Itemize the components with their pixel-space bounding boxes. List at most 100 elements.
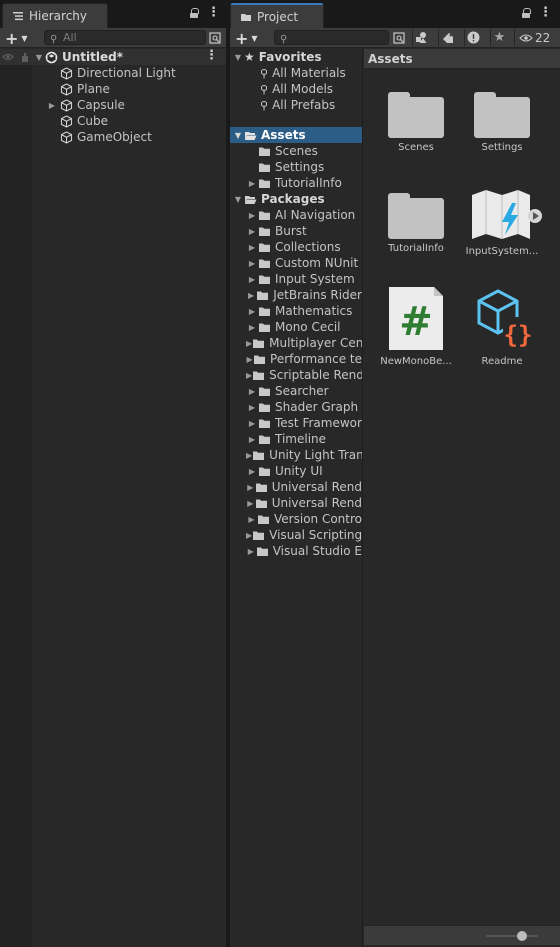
filter-by-label-button[interactable] [438, 29, 456, 46]
tree-folder-item[interactable]: Settings [230, 159, 362, 175]
grid-item-readme[interactable]: {} Readme [462, 289, 542, 367]
tab-hierarchy[interactable]: Hierarchy [2, 3, 108, 28]
folder-icon [253, 339, 265, 348]
tree-package-item[interactable]: ▶ Mathematics [230, 303, 362, 319]
tree-package-item[interactable]: ▶ Scriptable Rend [230, 367, 362, 383]
hierarchy-item[interactable]: GameObject [0, 129, 228, 145]
icon-size-slider[interactable] [486, 931, 538, 941]
expand-arrow-icon[interactable]: ▶ [246, 403, 258, 412]
filter-by-log-type-button[interactable] [464, 29, 482, 46]
tree-package-item[interactable]: ▶ Searcher [230, 383, 362, 399]
expand-arrow-icon[interactable]: ▶ [246, 275, 258, 284]
tab-project[interactable]: Project [230, 3, 324, 28]
tree-package-label: Mono Cecil [275, 320, 341, 334]
expand-arrow-icon[interactable]: ▶ [246, 179, 258, 188]
expand-arrow-icon[interactable]: ▶ [246, 515, 257, 524]
hierarchy-item[interactable]: Plane [0, 81, 228, 97]
tree-package-item[interactable]: ▶ Unity UI [230, 463, 362, 479]
hierarchy-item[interactable]: Directional Light [0, 65, 228, 81]
search-window-icon [209, 31, 221, 44]
tree-folder-item[interactable]: Scenes [230, 143, 362, 159]
expand-arrow-icon[interactable]: ▶ [246, 307, 258, 316]
tree-package-item[interactable]: ▶ Input System [230, 271, 362, 287]
expand-arrow-icon[interactable]: ▶ [46, 101, 58, 110]
expand-arrow-icon[interactable]: ▶ [246, 355, 253, 364]
hierarchy-item[interactable]: Cube [0, 113, 228, 129]
expand-arrow-icon[interactable]: ▶ [246, 483, 255, 492]
expand-arrow-icon[interactable]: ▶ [246, 547, 256, 556]
expand-arrow-icon[interactable]: ▶ [246, 291, 256, 300]
tree-package-item[interactable]: ▶ AI Navigation [230, 207, 362, 223]
expand-arrow-icon[interactable]: ▼ [232, 53, 244, 62]
asset-grid: Assets Scenes Settings TutorialInfo Inpu [364, 49, 560, 947]
hierarchy-search-input[interactable]: ⚲ All [44, 30, 206, 45]
tree-favorites[interactable]: ▼ ★ Favorites [230, 49, 362, 65]
expand-arrow-icon[interactable]: ▶ [246, 467, 258, 476]
favorites-item[interactable]: ⚲ All Materials [230, 65, 362, 81]
grid-item-settings[interactable]: Settings [462, 92, 542, 153]
expand-arrow-icon[interactable]: ▶ [246, 387, 258, 396]
tree-package-item[interactable]: ▶ Unity Light Tran [230, 447, 362, 463]
folder-icon [255, 483, 267, 492]
expand-arrow-icon[interactable]: ▶ [246, 435, 258, 444]
more-options-icon[interactable]: ⋮ [539, 6, 552, 19]
expand-arrow-icon[interactable]: ▶ [246, 499, 255, 508]
expand-arrow-icon[interactable]: ▶ [246, 419, 258, 428]
tree-package-item[interactable]: ▶ Multiplayer Cen [230, 335, 362, 351]
favorites-item[interactable]: ⚲ All Prefabs [230, 97, 362, 113]
plus-icon: + [5, 28, 19, 48]
lock-icon[interactable] [189, 8, 199, 18]
more-options-icon[interactable]: ⋮ [207, 6, 220, 19]
tree-package-item[interactable]: ▶ Collections [230, 239, 362, 255]
expand-arrow-icon[interactable]: ▶ [246, 323, 258, 332]
scene-options-icon[interactable]: ⋮ [205, 49, 218, 62]
favorites-filter-button[interactable]: ★ [490, 29, 508, 46]
expand-arrow-icon[interactable]: ▼ [232, 131, 244, 140]
tree-package-item[interactable]: ▶ Visual Studio E [230, 543, 362, 559]
tree-packages[interactable]: ▼ Packages [230, 191, 362, 207]
tree-assets[interactable]: ▼ Assets [230, 127, 362, 143]
tree-package-item[interactable]: ▶ Test Framewor [230, 415, 362, 431]
hidden-packages-toggle[interactable]: 22 [514, 29, 554, 46]
pickable-hand-icon[interactable] [19, 51, 31, 63]
favorites-item[interactable]: ⚲ All Models [230, 81, 362, 97]
filter-by-type-button[interactable] [412, 29, 430, 46]
tree-package-item[interactable]: ▶ Performance te [230, 351, 362, 367]
tree-package-item[interactable]: ▶ Universal Rend [230, 479, 362, 495]
tree-package-item[interactable]: ▶ Version Contro [230, 511, 362, 527]
search-mode-button[interactable] [390, 29, 408, 46]
tree-package-item[interactable]: ▶ Visual Scripting [230, 527, 362, 543]
grid-item-newmonobehaviour[interactable]: # NewMonoBe... [376, 287, 456, 367]
tree-package-item[interactable]: ▶ JetBrains Rider [230, 287, 362, 303]
grid-item-scenes[interactable]: Scenes [376, 92, 456, 153]
panel-divider[interactable] [226, 0, 228, 947]
grid-item-inputsystem[interactable]: InputSystem... [462, 189, 542, 257]
tree-package-item[interactable]: ▶ Timeline [230, 431, 362, 447]
tree-package-item[interactable]: ▶ Burst [230, 223, 362, 239]
expand-arrow-icon[interactable]: ▶ [246, 227, 258, 236]
folder-icon [259, 387, 270, 396]
tree-package-item[interactable]: ▶ Custom NUnit [230, 255, 362, 271]
readme-icon: {} [477, 289, 533, 349]
expand-arrow-icon[interactable]: ▼ [33, 53, 45, 62]
project-search-input[interactable]: ⚲ [274, 30, 389, 45]
expand-arrow-icon[interactable]: ▶ [246, 243, 258, 252]
grid-item-tutorialinfo[interactable]: TutorialInfo [376, 193, 456, 254]
create-asset-dropdown-button[interactable]: + ▼ [235, 29, 258, 48]
tree-package-item[interactable]: ▶ Mono Cecil [230, 319, 362, 335]
folder-icon [259, 323, 270, 332]
hierarchy-item[interactable]: ▶ Capsule [0, 97, 228, 113]
tree-package-item[interactable]: ▶ Shader Graph [230, 399, 362, 415]
slider-knob[interactable] [517, 931, 527, 941]
tree-folder-item[interactable]: ▶ TutorialInfo [230, 175, 362, 191]
expand-arrow-icon[interactable]: ▶ [246, 211, 258, 220]
expand-arrow-icon[interactable]: ▶ [246, 259, 258, 268]
grid-breadcrumb[interactable]: Assets [364, 49, 560, 69]
expand-arrow-icon[interactable]: ▼ [232, 195, 244, 204]
search-mode-button[interactable] [206, 29, 224, 46]
create-dropdown-button[interactable]: + ▼ [5, 28, 28, 48]
tree-package-item[interactable]: ▶ Universal Rend [230, 495, 362, 511]
eye-icon[interactable] [2, 51, 14, 63]
lock-icon[interactable] [521, 8, 531, 18]
scene-row[interactable]: ▼ Untitled* ⋮ [0, 49, 228, 65]
